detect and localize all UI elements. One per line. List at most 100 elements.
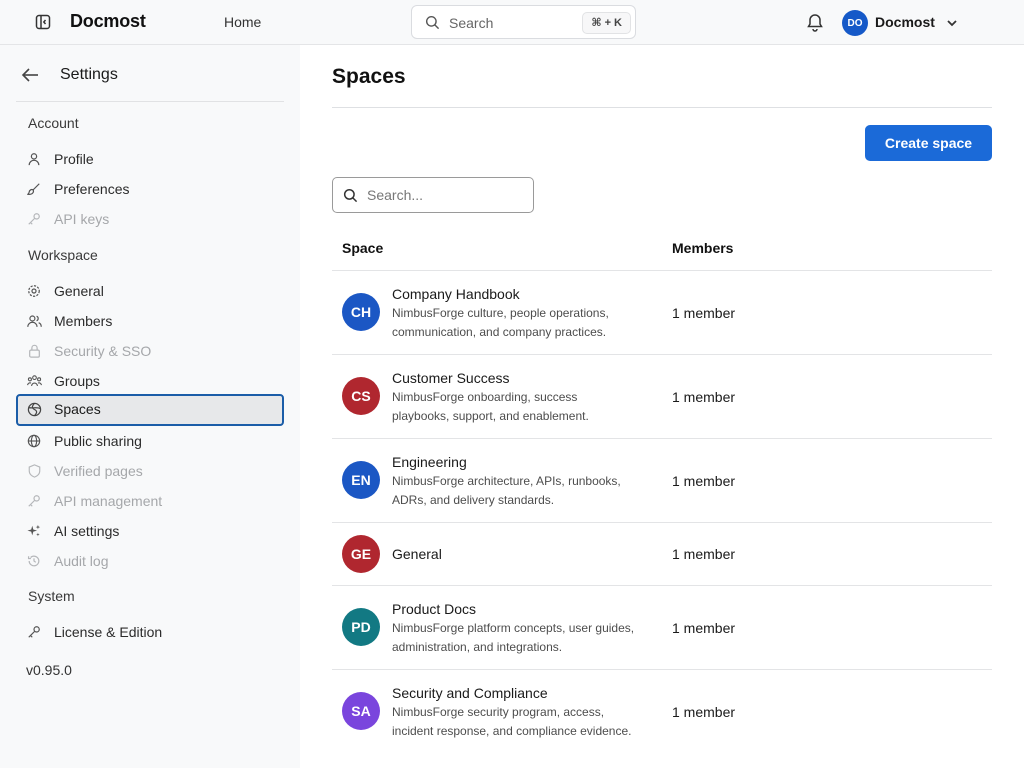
space-name: Customer Success xyxy=(392,370,510,386)
users-icon xyxy=(26,313,42,329)
column-header-members: Members xyxy=(672,240,734,256)
space-description: NimbusForge security program, access, inc… xyxy=(392,705,632,738)
home-link[interactable]: Home xyxy=(224,14,261,30)
sidebar-item-api-keys[interactable]: API keys xyxy=(16,204,284,234)
space-avatar: GE xyxy=(342,535,380,573)
table-row[interactable]: CS Customer Success NimbusForge onboardi… xyxy=(332,355,992,439)
back-arrow-icon[interactable] xyxy=(20,66,40,84)
sidebar-item-label: Preferences xyxy=(54,181,130,197)
top-header: Docmost Home Search ⌘ + K DO Docmost xyxy=(0,0,1024,45)
space-name: General xyxy=(392,546,442,562)
bell-icon[interactable] xyxy=(806,12,824,32)
sidebar-divider xyxy=(16,101,284,102)
sidebar-item-public-sharing[interactable]: Public sharing xyxy=(16,426,284,456)
spaces-icon xyxy=(26,401,42,417)
space-members: 1 member xyxy=(672,389,736,405)
sidebar-item-label: Verified pages xyxy=(54,463,143,479)
table-row[interactable]: PD Product Docs NimbusForge platform con… xyxy=(332,586,992,670)
lock-icon xyxy=(26,343,42,359)
space-avatar: CS xyxy=(342,377,380,415)
spaces-search-input[interactable] xyxy=(367,186,527,204)
table-row[interactable]: GE General 1 member xyxy=(332,523,992,586)
shield-icon xyxy=(26,463,42,479)
section-account: Account xyxy=(28,115,79,131)
sidebar-item-members[interactable]: Members xyxy=(16,306,284,336)
sidebar-item-label: License & Edition xyxy=(54,624,163,640)
search-label: Search xyxy=(449,15,494,31)
brand-logo[interactable]: Docmost xyxy=(70,11,146,32)
gear-icon xyxy=(26,283,42,299)
space-members: 1 member xyxy=(672,704,736,720)
sidebar-item-label: Members xyxy=(54,313,113,329)
groups-icon xyxy=(26,373,42,389)
main-content: Spaces Create space Space Members CH Com… xyxy=(300,45,1024,768)
sidebar-item-label: Public sharing xyxy=(54,433,142,449)
sidebar-item-label: AI settings xyxy=(54,523,120,539)
sidebar-item-label: API management xyxy=(54,493,163,509)
table-row[interactable]: CH Company Handbook NimbusForge culture,… xyxy=(332,271,992,355)
space-avatar: CH xyxy=(342,293,380,331)
sidebar-item-audit-log[interactable]: Audit log xyxy=(16,546,284,576)
page-title: Spaces xyxy=(332,65,406,88)
title-divider xyxy=(332,107,992,108)
sidebar-item-label: Audit log xyxy=(54,553,109,569)
sidebar-item-verified-pages[interactable]: Verified pages xyxy=(16,456,284,486)
sidebar-item-groups[interactable]: Groups xyxy=(16,366,284,396)
table-row[interactable]: SA Security and Compliance NimbusForge s… xyxy=(332,670,992,754)
sidebar-item-label: API keys xyxy=(54,211,110,227)
sidebar-item-label: Security & SSO xyxy=(54,343,152,359)
sidebar-item-label: Spaces xyxy=(54,401,101,417)
table-row[interactable]: EN Engineering NimbusForge architecture,… xyxy=(332,439,992,523)
space-members: 1 member xyxy=(672,546,736,562)
sidebar-item-api-management[interactable]: API management xyxy=(16,486,284,516)
search-icon xyxy=(425,15,440,35)
sparkles-icon xyxy=(26,523,42,539)
sidebar-item-spaces[interactable]: Spaces xyxy=(16,394,284,426)
search-icon xyxy=(343,188,358,208)
history-icon xyxy=(26,553,42,569)
key-icon xyxy=(26,624,42,640)
section-system: System xyxy=(28,588,75,604)
user-avatar[interactable]: DO xyxy=(842,10,868,36)
sidebar-item-profile[interactable]: Profile xyxy=(16,144,284,174)
sidebar-item-license-edition[interactable]: License & Edition xyxy=(16,617,284,647)
settings-sidebar: Settings Account Profile Preferences API… xyxy=(0,45,300,768)
sidebar-item-preferences[interactable]: Preferences xyxy=(16,174,284,204)
sidebar-item-ai-settings[interactable]: AI settings xyxy=(16,516,284,546)
sidebar-item-security-sso[interactable]: Security & SSO xyxy=(16,336,284,366)
space-avatar: EN xyxy=(342,461,380,499)
spaces-search[interactable] xyxy=(332,177,534,213)
space-name: Company Handbook xyxy=(392,286,520,302)
space-name: Security and Compliance xyxy=(392,685,548,701)
space-description: NimbusForge architecture, APIs, runbooks… xyxy=(392,474,621,507)
spaces-table: Space Members CH Company Handbook Nimbus… xyxy=(332,231,992,754)
space-name: Product Docs xyxy=(392,601,477,617)
space-members: 1 member xyxy=(672,620,736,636)
globe-icon xyxy=(26,433,42,449)
user-icon xyxy=(26,151,42,167)
space-avatar: SA xyxy=(342,692,380,730)
sidebar-item-label: Groups xyxy=(54,373,100,389)
column-header-space: Space xyxy=(342,240,384,256)
space-description: NimbusForge platform concepts, user guid… xyxy=(392,621,635,654)
app-version: v0.95.0 xyxy=(26,662,72,678)
space-name: Engineering xyxy=(392,454,467,470)
table-header: Space Members xyxy=(332,231,992,271)
space-members: 1 member xyxy=(672,473,736,489)
global-search[interactable]: Search ⌘ + K xyxy=(411,5,636,39)
sidebar-item-label: Profile xyxy=(54,151,94,167)
key-icon xyxy=(26,493,42,509)
brush-icon xyxy=(26,181,42,197)
sidebar-toggle-icon[interactable] xyxy=(33,12,53,32)
create-space-button[interactable]: Create space xyxy=(865,125,992,161)
space-avatar: PD xyxy=(342,608,380,646)
sidebar-item-general[interactable]: General xyxy=(16,276,284,306)
search-shortcut: ⌘ + K xyxy=(582,12,631,34)
key-icon xyxy=(26,211,42,227)
sidebar-item-label: General xyxy=(54,283,104,299)
user-menu-name[interactable]: Docmost xyxy=(875,14,935,30)
section-workspace: Workspace xyxy=(28,247,98,263)
chevron-down-icon[interactable] xyxy=(946,16,958,34)
space-description: NimbusForge culture, people operations, c… xyxy=(392,306,609,339)
sidebar-title: Settings xyxy=(60,66,118,83)
